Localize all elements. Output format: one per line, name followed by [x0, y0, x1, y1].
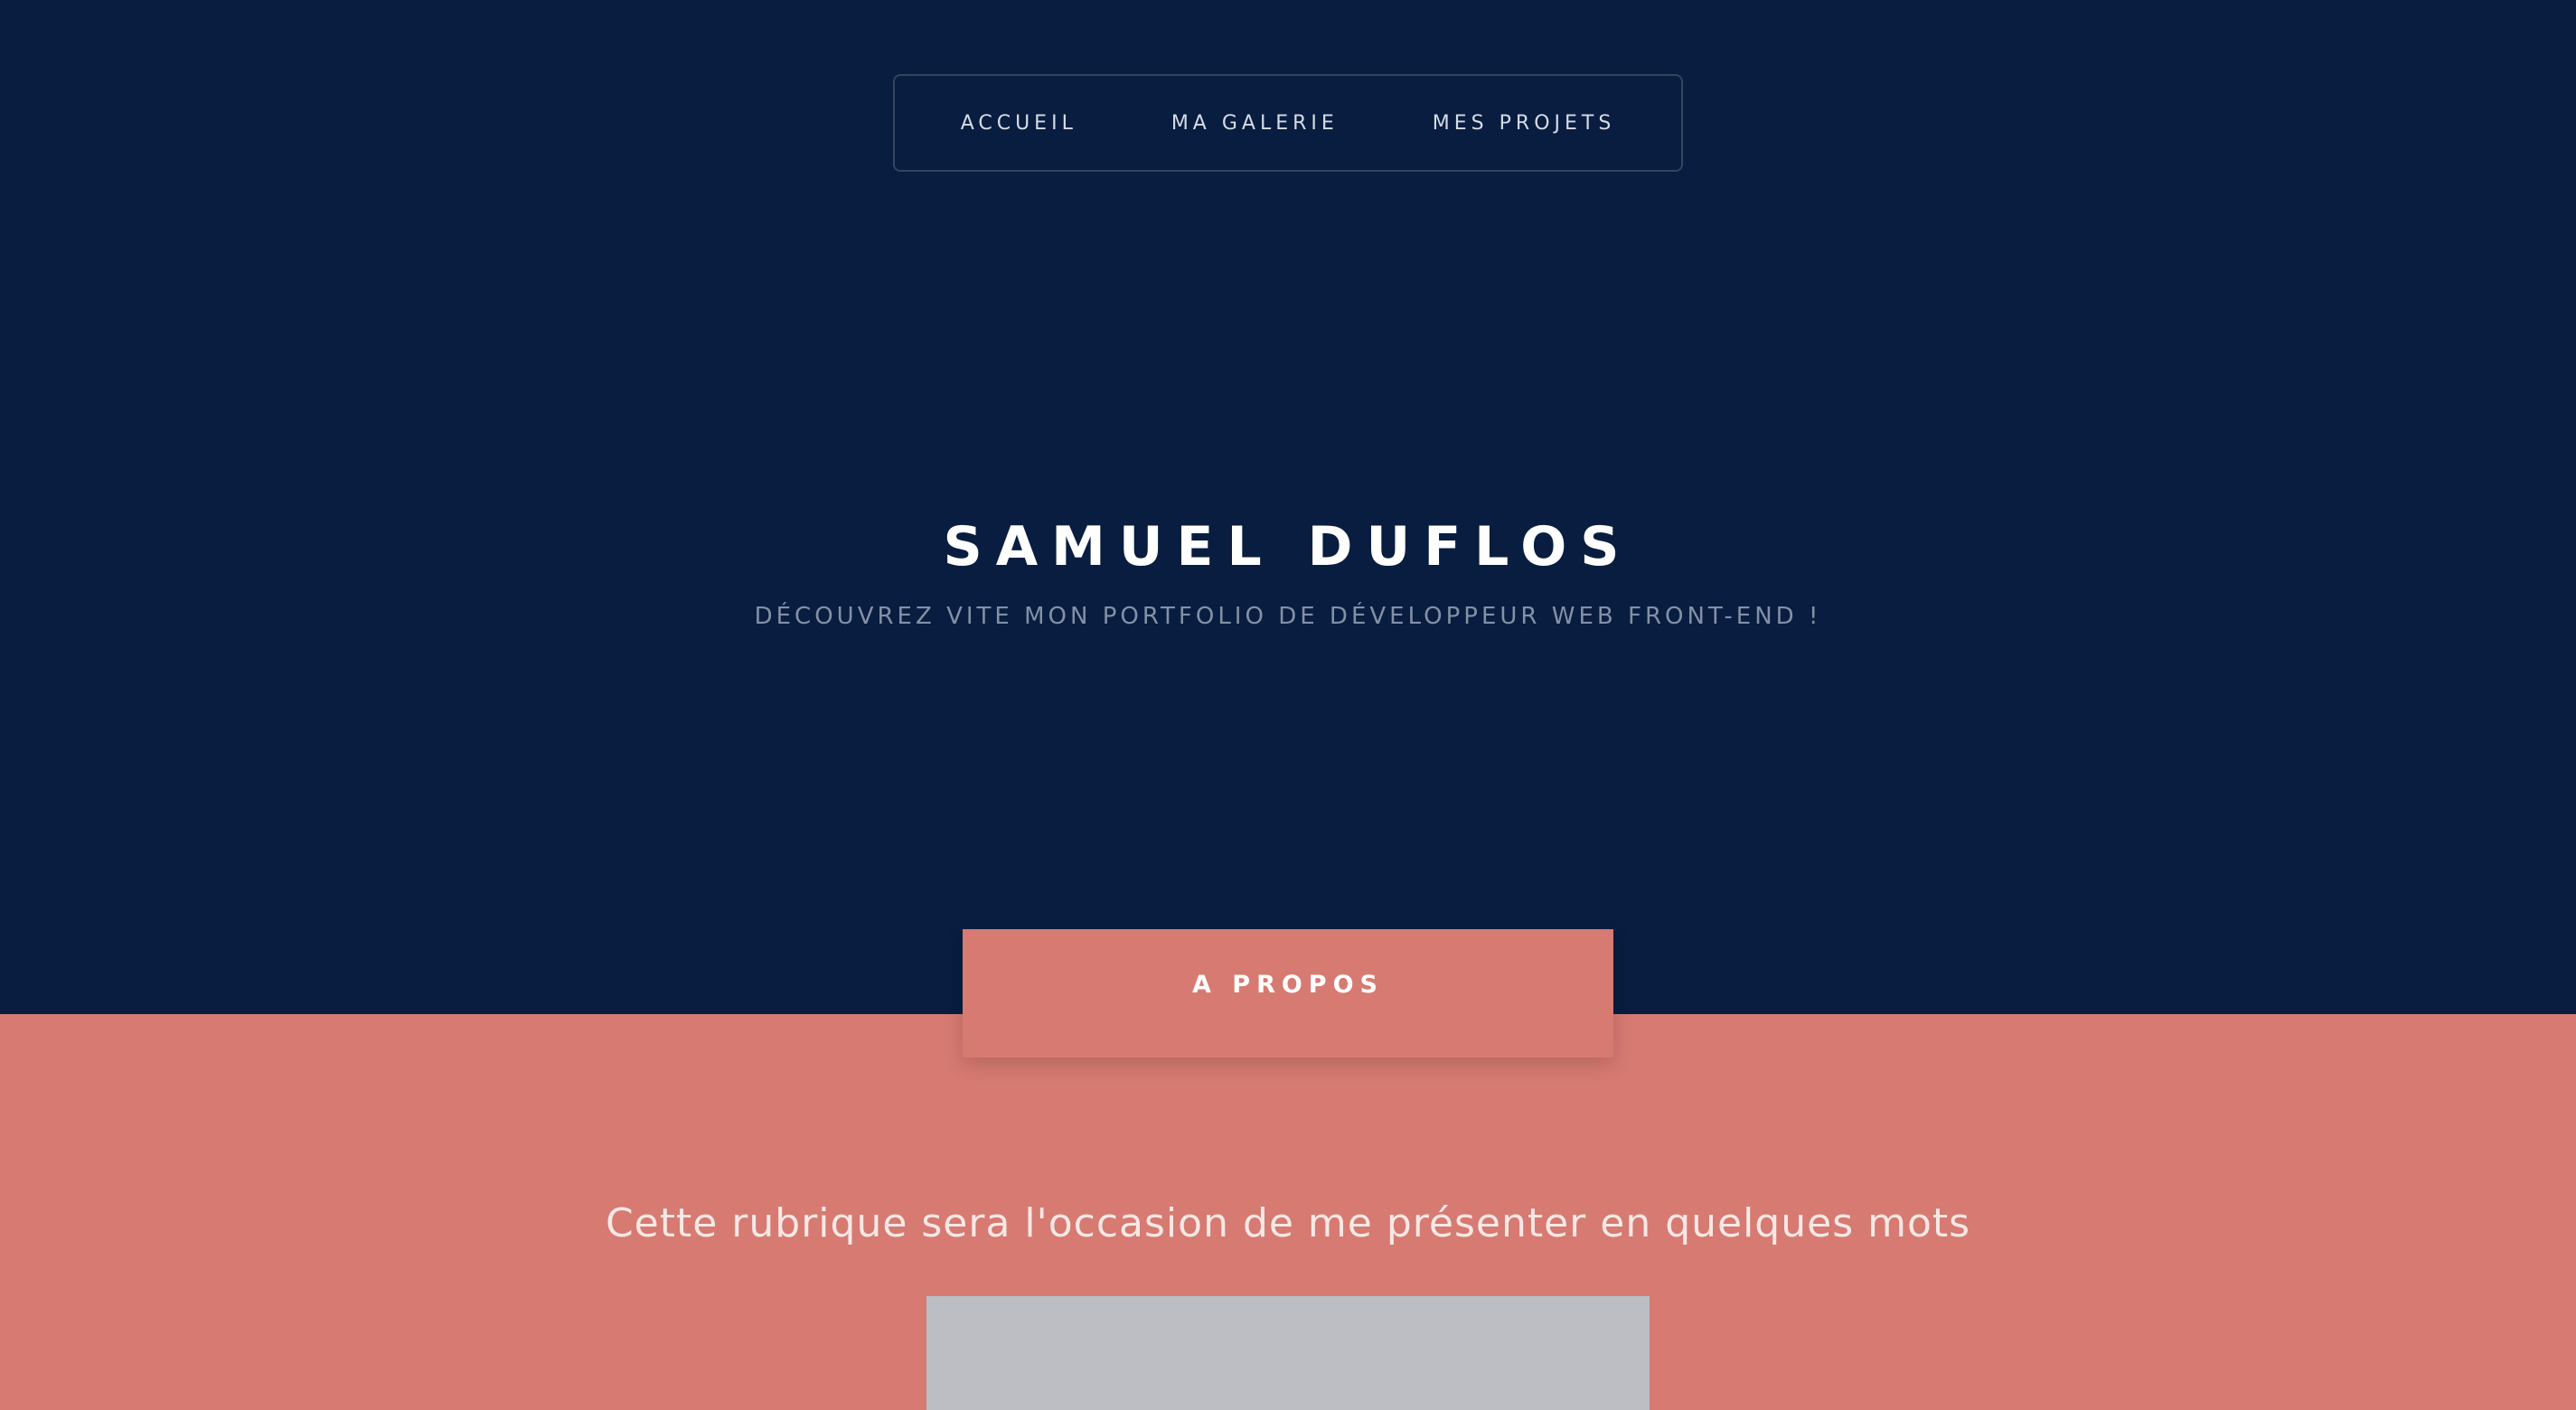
hero-subtitle: DÉCOUVREZ VITE MON PORTFOLIO DE DÉVELOPP… — [754, 603, 1822, 630]
image-placeholder — [926, 1296, 1650, 1410]
nav-item-mes-projets[interactable]: MES PROJETS — [1433, 112, 1616, 135]
about-tab-label: A PROPOS — [1191, 971, 1384, 999]
nav-item-ma-galerie[interactable]: MA GALERIE — [1171, 112, 1339, 135]
hero-section: ACCUEIL MA GALERIE MES PROJETS SAMUEL DU… — [0, 0, 2576, 1014]
about-subtitle: Cette rubrique sera l'occasion de me pré… — [605, 1200, 1971, 1246]
hero-title: SAMUEL DUFLOS — [943, 515, 1633, 579]
about-tab: A PROPOS — [963, 929, 1613, 1058]
nav-item-accueil[interactable]: ACCUEIL — [961, 112, 1077, 135]
main-navigation: ACCUEIL MA GALERIE MES PROJETS — [893, 74, 1683, 172]
